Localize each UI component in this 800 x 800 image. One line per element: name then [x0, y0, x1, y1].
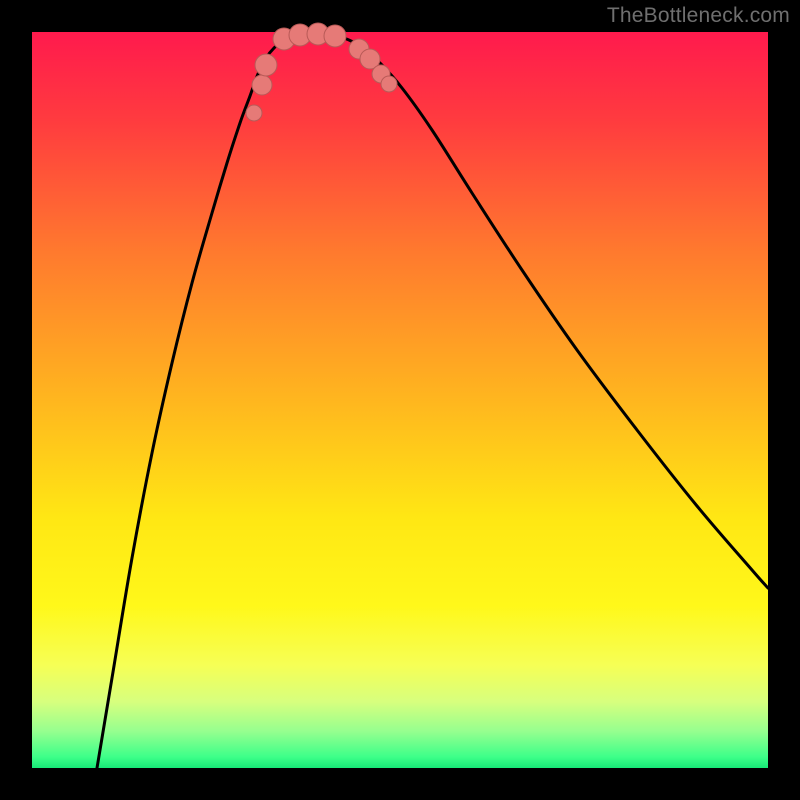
- watermark-text: TheBottleneck.com: [607, 4, 790, 28]
- curve-right-curve: [310, 33, 768, 588]
- data-marker-1: [252, 75, 272, 95]
- data-marker-2: [255, 54, 277, 76]
- data-marker-6: [324, 25, 346, 47]
- chart-frame: TheBottleneck.com: [0, 0, 800, 800]
- data-marker-0: [246, 105, 262, 121]
- data-marker-10: [381, 76, 397, 92]
- curves-layer: [32, 32, 768, 768]
- curve-left-curve: [97, 33, 310, 768]
- plot-area: [32, 32, 768, 768]
